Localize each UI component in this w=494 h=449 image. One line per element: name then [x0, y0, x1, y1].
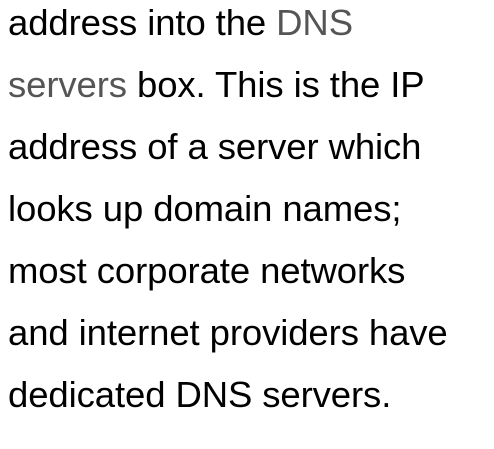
text-line-4: looks up domain names;: [8, 188, 402, 229]
text-line-5: most corporate networks: [8, 250, 406, 291]
text-line-3: address of a server which: [8, 126, 422, 167]
dns-servers-label-part-1: DNS: [276, 2, 353, 43]
instruction-paragraph: address into the DNS servers box. This i…: [8, 0, 494, 426]
text-line-1: address into the DNS: [8, 0, 494, 54]
dns-servers-label-part-2: servers: [8, 64, 127, 105]
line-1-text: address into the: [8, 2, 277, 43]
text-line-7: dedicated DNS servers.: [8, 374, 392, 415]
text-line-6: and internet providers have: [8, 312, 448, 353]
line-2-text: box. This is the IP: [126, 64, 425, 105]
text-line-2: servers box. This is the IP: [8, 54, 494, 116]
